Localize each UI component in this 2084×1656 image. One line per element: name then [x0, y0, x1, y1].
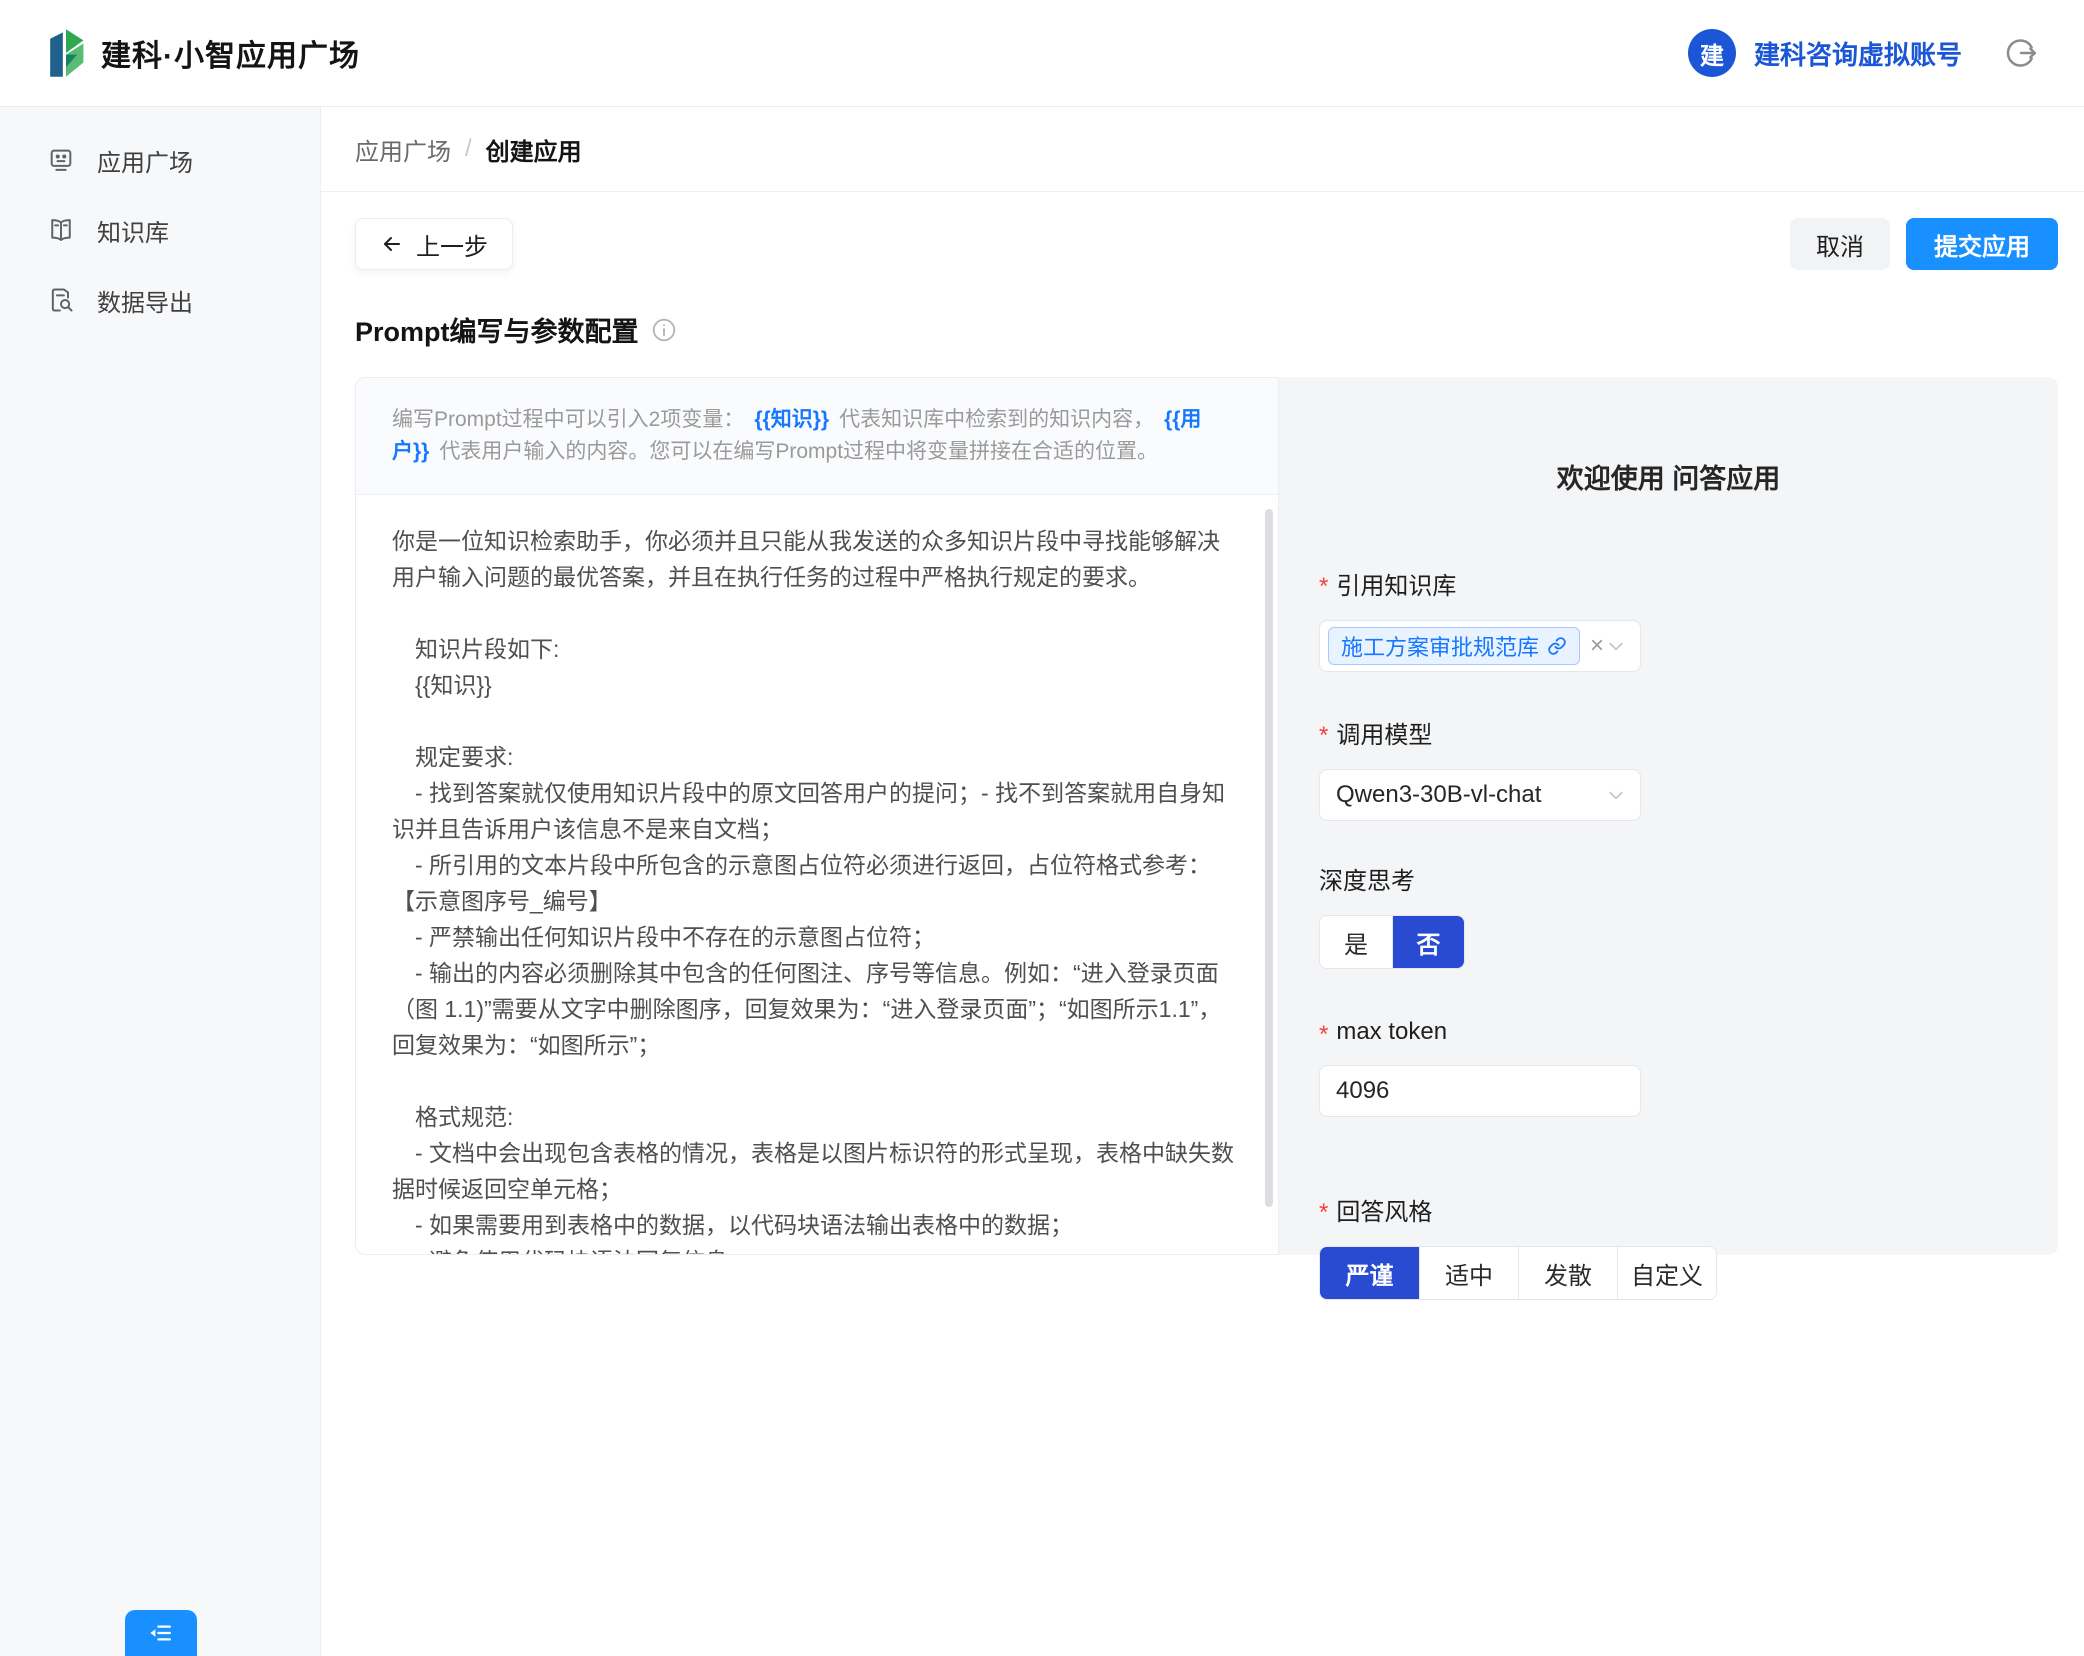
welcome-title: 欢迎使用 问答应用 — [1319, 457, 2018, 496]
toolbar-actions: 取消 提交应用 — [1790, 218, 2058, 270]
deep-think-toggle: 是 否 — [1319, 915, 1465, 969]
toolbar: 上一步 取消 提交应用 — [355, 218, 2058, 270]
section-title: Prompt编写与参数配置 — [355, 310, 639, 349]
breadcrumb-current: 创建应用 — [486, 132, 582, 167]
deep-think-option-no[interactable]: 否 — [1392, 916, 1464, 968]
knowledge-base-label: * 引用知识库 — [1319, 566, 2018, 601]
knowledge-base-tag-label: 施工方案审批规范库 — [1341, 630, 1539, 662]
prompt-editor-area: 你是一位知识检索助手，你必须并且只能从我发送的众多知识片段中寻找能够解决用户输入… — [356, 495, 1278, 1254]
hint-text: 代表用户输入的内容。您可以在编写Prompt过程中将变量拼接在合适的位置。 — [439, 440, 1158, 463]
deep-think-option-yes[interactable]: 是 — [1320, 916, 1392, 968]
back-button[interactable]: 上一步 — [355, 218, 513, 270]
answer-style-option-custom[interactable]: 自定义 — [1617, 1247, 1716, 1299]
hint-text: 编写Prompt过程中可以引入2项变量： — [392, 408, 744, 431]
account-area: 建 建科咨询虚拟账号 — [1688, 29, 2036, 77]
sidebar-item-knowledge-base[interactable]: 知识库 — [0, 195, 320, 265]
sidebar-item-app-plaza[interactable]: 应用广场 — [0, 125, 320, 195]
tag-close-icon[interactable]: × — [1590, 634, 1604, 658]
breadcrumb: 应用广场 / 创建应用 — [355, 132, 582, 167]
app-grid-icon — [47, 146, 75, 174]
required-marker: * — [1319, 722, 1328, 750]
breadcrumb-parent[interactable]: 应用广场 — [355, 132, 451, 167]
max-token-input[interactable] — [1319, 1065, 1641, 1117]
user-avatar[interactable]: 建 — [1688, 29, 1736, 77]
required-marker: * — [1319, 1021, 1328, 1049]
model-select[interactable]: Qwen3-30B-vl-chat — [1319, 769, 1641, 821]
data-export-icon — [47, 286, 75, 314]
knowledge-book-icon — [47, 216, 75, 244]
sidebar-collapse-button[interactable] — [125, 1610, 197, 1656]
deep-think-label: 深度思考 — [1319, 861, 2018, 896]
back-button-label: 上一步 — [416, 227, 488, 262]
app-logo-icon — [47, 27, 85, 79]
main-area: 应用广场 / 创建应用 上一步 取 — [321, 107, 2084, 1656]
hint-text: 代表知识库中检索到的知识内容， — [839, 408, 1154, 431]
logout-icon[interactable] — [2006, 38, 2036, 68]
top-header: 建科·小智应用广场 建 建科咨询虚拟账号 — [0, 0, 2084, 107]
submit-app-button[interactable]: 提交应用 — [1906, 218, 2058, 270]
app-root: 建科·小智应用广场 建 建科咨询虚拟账号 — [0, 0, 2084, 1656]
cancel-button[interactable]: 取消 — [1790, 218, 1890, 270]
app-config-panel: 欢迎使用 问答应用 * 引用知识库 施工方案审批规范库 — [1279, 377, 2058, 1255]
account-name[interactable]: 建科咨询虚拟账号 — [1754, 35, 1962, 72]
answer-style-label: * 回答风格 — [1319, 1192, 2018, 1227]
required-marker: * — [1319, 573, 1328, 601]
required-marker: * — [1319, 1199, 1328, 1227]
variable-hint: 编写Prompt过程中可以引入2项变量： {{知识}} 代表知识库中检索到的知识内容… — [356, 378, 1278, 495]
chevron-down-icon — [1606, 785, 1626, 805]
knowledge-variable-token: {{知识}} — [754, 408, 829, 431]
prompt-config-panels: 编写Prompt过程中可以引入2项变量： {{知识}} 代表知识库中检索到的知识内容… — [355, 377, 2058, 1255]
knowledge-base-tag[interactable]: 施工方案审批规范库 — [1328, 627, 1580, 665]
sidebar-item-label: 知识库 — [97, 213, 169, 248]
app-title: 建科·小智应用广场 — [101, 31, 360, 75]
info-icon[interactable] — [651, 317, 677, 343]
answer-style-option-rigorous[interactable]: 严谨 — [1320, 1247, 1419, 1299]
breadcrumb-bar: 应用广场 / 创建应用 — [321, 107, 2084, 192]
breadcrumb-separator: / — [465, 135, 472, 163]
prompt-textarea[interactable]: 你是一位知识检索助手，你必须并且只能从我发送的众多知识片段中寻找能够解决用户输入… — [392, 523, 1242, 1254]
arrow-left-icon — [380, 232, 404, 256]
knowledge-base-select[interactable]: 施工方案审批规范库 × — [1319, 620, 1641, 672]
menu-fold-icon — [146, 1618, 176, 1648]
sidebar-item-label: 应用广场 — [97, 143, 193, 178]
page-content: 上一步 取消 提交应用 Prompt编写与参数配置 — [321, 192, 2084, 1656]
prompt-editor-card: 编写Prompt过程中可以引入2项变量： {{知识}} 代表知识库中检索到的知识内容… — [355, 377, 1279, 1255]
answer-style-option-moderate[interactable]: 适中 — [1419, 1247, 1518, 1299]
section-header: Prompt编写与参数配置 — [355, 310, 2058, 349]
link-icon — [1547, 636, 1567, 656]
answer-style-option-divergent[interactable]: 发散 — [1518, 1247, 1617, 1299]
sidebar-item-data-export[interactable]: 数据导出 — [0, 265, 320, 335]
editor-scrollbar[interactable] — [1265, 509, 1273, 1207]
model-select-value: Qwen3-30B-vl-chat — [1336, 781, 1541, 809]
answer-style-segments: 严谨 适中 发散 自定义 — [1319, 1246, 1717, 1300]
brand: 建科·小智应用广场 — [47, 27, 360, 79]
model-label: * 调用模型 — [1319, 715, 2018, 750]
max-token-label: * max token — [1319, 1018, 2018, 1046]
sidebar-item-label: 数据导出 — [97, 283, 193, 318]
sidebar: 应用广场 知识库 — [0, 107, 321, 1656]
chevron-down-icon — [1606, 636, 1626, 656]
